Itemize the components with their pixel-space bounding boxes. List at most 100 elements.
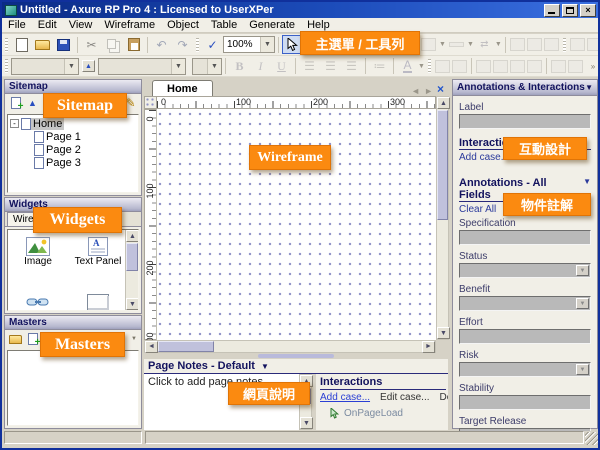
send-backward-button[interactable] — [527, 60, 542, 73]
ungroup-button[interactable] — [452, 60, 467, 73]
scrollbar-thumb[interactable] — [126, 243, 138, 271]
bold-button[interactable]: B — [229, 57, 250, 76]
scroll-up-button[interactable]: ▲ — [437, 97, 450, 109]
stability-field[interactable] — [459, 395, 591, 410]
distribute-v-button[interactable] — [568, 60, 583, 73]
font-size-stepper[interactable]: ▲ — [82, 60, 95, 72]
toolbar-button[interactable] — [527, 38, 542, 51]
menu-file[interactable]: File — [2, 18, 32, 33]
toolbar-grip[interactable] — [428, 59, 431, 73]
widget-image[interactable]: Image — [12, 236, 64, 267]
widget-hyperlink[interactable]: Hyperlink — [12, 292, 64, 311]
status-select[interactable]: ▼ — [459, 263, 591, 278]
undo-button[interactable]: ↶ — [151, 35, 172, 54]
chevron-down-icon[interactable]: ▼ — [585, 83, 593, 92]
toolbar-grip[interactable] — [563, 38, 566, 52]
chevron-down-icon[interactable]: ▼ — [207, 59, 221, 74]
menu-generate[interactable]: Generate — [243, 18, 301, 33]
arrow-style-button[interactable]: ⇄ — [474, 35, 495, 54]
toolbar-grip[interactable] — [5, 38, 8, 52]
edit-case-link[interactable]: Edit case... — [380, 392, 429, 403]
inspector-header[interactable]: Annotations & Interactions ▼ — [453, 80, 597, 96]
chevron-down-icon[interactable]: ▼ — [467, 41, 474, 48]
widgets-scrollbar[interactable]: ▲ ▼ — [125, 230, 138, 310]
wireframe-canvas[interactable] — [156, 109, 436, 340]
page-notes-header[interactable]: Page Notes - Default ▼ — [144, 359, 448, 374]
chevron-down-icon[interactable]: ▼ — [576, 298, 589, 309]
add-master-button[interactable] — [24, 332, 41, 347]
label-field[interactable] — [459, 114, 591, 129]
chevron-down-icon[interactable]: ▼ — [495, 41, 502, 48]
italic-button[interactable]: I — [250, 57, 271, 76]
sitemap-header[interactable]: Sitemap — [5, 80, 141, 94]
chevron-down-icon[interactable]: ▼ — [418, 63, 425, 70]
scroll-down-button[interactable]: ▼ — [437, 327, 450, 339]
masters-list[interactable] — [7, 350, 139, 426]
font-style-combo[interactable]: ▼ — [98, 58, 186, 75]
move-up-button[interactable]: ▲ — [24, 96, 41, 111]
toolbar-button[interactable] — [587, 38, 600, 51]
toolbar-button[interactable] — [510, 38, 525, 51]
canvas-vscrollbar[interactable]: ▲ ▼ — [436, 96, 449, 340]
add-page-button[interactable] — [7, 96, 24, 111]
toolbar-grip[interactable] — [196, 38, 199, 52]
save-button[interactable] — [53, 35, 74, 54]
align-right-button[interactable]: ☰ — [341, 57, 362, 76]
distribute-h-button[interactable] — [551, 60, 566, 73]
chevron-down-icon[interactable]: ▼ — [576, 364, 589, 375]
risk-select[interactable]: ▼ — [459, 362, 591, 377]
group-button[interactable] — [435, 60, 450, 73]
tree-item-home[interactable]: - Home — [8, 117, 138, 130]
open-button[interactable] — [32, 35, 53, 54]
menu-object[interactable]: Object — [161, 18, 205, 33]
delete-case-link[interactable]: Delete case... — [440, 392, 449, 403]
minimize-button[interactable] — [544, 4, 560, 17]
effort-field[interactable] — [459, 329, 591, 344]
chevron-down-icon[interactable]: ▼ — [261, 362, 269, 371]
tab-close-button[interactable]: × — [437, 82, 444, 96]
resize-grip[interactable] — [585, 432, 598, 445]
scroll-left-button[interactable]: ◄ — [145, 341, 158, 353]
zoom-combo[interactable]: 100% ▼ — [223, 36, 275, 53]
chevron-down-icon[interactable]: ▼ — [576, 265, 589, 276]
chevron-down-icon[interactable]: ▼ — [171, 59, 185, 74]
toolbar-button[interactable] — [544, 38, 559, 51]
toolbar-overflow-button[interactable]: » — [588, 57, 598, 75]
open-master-button[interactable] — [7, 332, 24, 347]
font-family-combo[interactable]: ▼ — [11, 58, 79, 75]
menu-edit[interactable]: Edit — [32, 18, 63, 33]
tab-next-button[interactable]: ► — [424, 86, 433, 96]
scroll-right-button[interactable]: ► — [422, 341, 435, 353]
canvas-hscrollbar[interactable]: ◄ ► — [144, 340, 436, 353]
tab-prev-button[interactable]: ◄ — [411, 86, 420, 96]
tab-home[interactable]: Home — [152, 80, 213, 96]
underline-button[interactable]: U — [271, 57, 292, 76]
title-bar[interactable]: Untitled - Axure RP Pro 4 : Licensed to … — [2, 2, 598, 18]
bring-front-button[interactable] — [476, 60, 491, 73]
align-left-button[interactable]: ☰ — [299, 57, 320, 76]
add-case-link[interactable]: Add case... — [320, 392, 370, 403]
tree-item-page3[interactable]: Page 3 — [8, 156, 138, 169]
bullet-list-button[interactable]: ≔ — [369, 57, 390, 76]
scroll-down-button[interactable]: ▼ — [300, 417, 313, 429]
maximize-button[interactable] — [562, 4, 578, 17]
redo-button[interactable]: ↷ — [172, 35, 193, 54]
collapse-icon[interactable]: - — [10, 119, 19, 128]
line-style-button[interactable] — [446, 35, 467, 54]
bring-forward-button[interactable] — [510, 60, 525, 73]
spellcheck-button[interactable]: ✓ — [202, 35, 223, 54]
scrollbar-thumb[interactable] — [158, 341, 214, 352]
splitter-handle[interactable] — [258, 354, 334, 358]
onpageload-row[interactable]: OnPageLoad — [316, 408, 448, 419]
widget-rectangle[interactable]: Rectangle — [72, 292, 124, 311]
specification-field[interactable] — [459, 230, 591, 245]
paste-button[interactable] — [123, 35, 144, 54]
add-case-link[interactable]: Add case... — [459, 152, 509, 163]
new-button[interactable] — [11, 35, 32, 54]
font-size-combo[interactable]: ▼ — [192, 58, 222, 75]
chevron-down-icon[interactable]: ▼ — [439, 41, 446, 48]
chevron-down-icon[interactable]: ▼ — [64, 59, 78, 74]
benefit-select[interactable]: ▼ — [459, 296, 591, 311]
send-back-button[interactable] — [493, 60, 508, 73]
scroll-down-button[interactable]: ▼ — [126, 298, 139, 310]
